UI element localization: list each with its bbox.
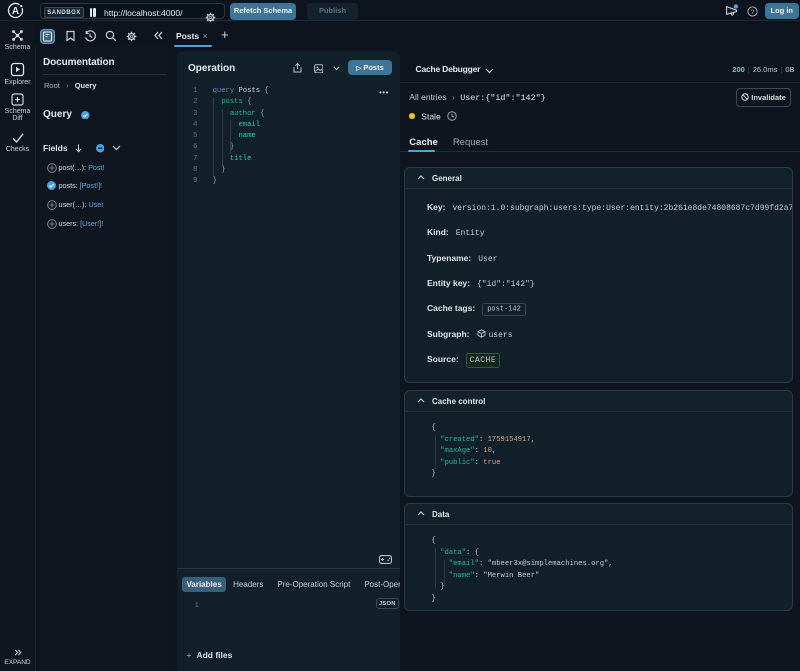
svg-text:?: ? (751, 9, 755, 16)
svg-text:A: A (12, 6, 19, 17)
